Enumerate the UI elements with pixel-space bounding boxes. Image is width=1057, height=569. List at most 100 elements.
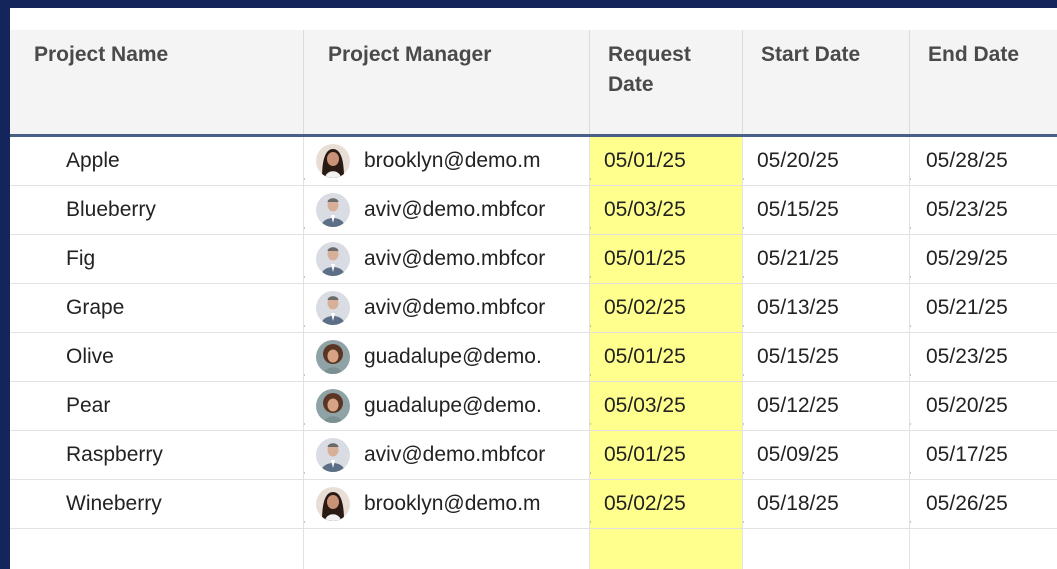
project-manager-cell[interactable] [304, 529, 590, 569]
column-header-label: Project Name [34, 43, 169, 66]
start-date-cell[interactable]: 05/15/25 [743, 186, 910, 234]
column-header-start-date[interactable]: Start Date [743, 30, 910, 134]
table-row: Wineberry brooklyn@demo.m 05/02/25 05/18/25… [10, 480, 1057, 529]
column-header-project-name[interactable]: Project Name [10, 30, 304, 134]
project-name-cell[interactable]: Raspberry [10, 431, 304, 479]
end-date-cell[interactable]: 05/28/25 [910, 137, 1057, 185]
start-date-cell[interactable]: 05/09/25 [743, 431, 910, 479]
start-date: 05/21/25 [757, 247, 839, 270]
column-header-label-line1: Request [608, 43, 691, 66]
grid-header: Project Name Project Manager Request Dat… [10, 30, 1057, 137]
end-date: 05/23/25 [926, 345, 1008, 368]
manager-email: aviv@demo.mbfcor [364, 443, 546, 466]
project-manager-cell[interactable]: aviv@demo.mbfcor [304, 186, 590, 234]
end-date-cell[interactable]: 05/21/25 [910, 284, 1057, 332]
project-name-cell[interactable]: Apple [10, 137, 304, 185]
cell-marker-icon [590, 519, 591, 525]
request-date-cell[interactable]: 05/02/25 [590, 480, 743, 528]
woman-dark-hair-avatar [316, 487, 350, 521]
column-header-label-line2: Date [608, 73, 654, 96]
project-manager-cell[interactable]: brooklyn@demo.m [304, 480, 590, 528]
project-name-cell[interactable]: Grape [10, 284, 304, 332]
sheet-frame: Project Name Project Manager Request Dat… [10, 8, 1057, 569]
project-name-cell[interactable]: Olive [10, 333, 304, 381]
end-date: 05/20/25 [926, 394, 1008, 417]
man-suit-avatar [316, 242, 350, 276]
request-date-cell[interactable]: 05/01/25 [590, 333, 743, 381]
end-date-cell[interactable]: 05/17/25 [910, 431, 1057, 479]
column-header-end-date[interactable]: End Date [910, 30, 1057, 134]
project-manager-cell[interactable]: aviv@demo.mbfcor [304, 431, 590, 479]
start-date: 05/15/25 [757, 198, 839, 221]
table-row: Grape aviv@demo.mbfcor 05/02/25 05/13/25 05/… [10, 284, 1057, 333]
request-date-cell[interactable]: 05/01/25 [590, 431, 743, 479]
column-header-project-manager[interactable]: Project Manager [304, 30, 590, 134]
project-name: Grape [66, 296, 125, 319]
request-date-cell[interactable]: 05/01/25 [590, 235, 743, 283]
start-date-cell[interactable] [743, 529, 910, 569]
project-manager-cell[interactable]: aviv@demo.mbfcor [304, 284, 590, 332]
end-date-cell[interactable]: 05/20/25 [910, 382, 1057, 430]
request-date-cell[interactable]: 05/02/25 [590, 284, 743, 332]
cell-marker-icon [910, 519, 911, 525]
request-date: 05/01/25 [604, 149, 686, 172]
request-date-cell[interactable]: 05/03/25 [590, 382, 743, 430]
cell-marker-icon [304, 225, 305, 231]
project-manager-cell[interactable]: guadalupe@demo. [304, 333, 590, 381]
end-date-cell[interactable]: 05/23/25 [910, 186, 1057, 234]
cell-marker-icon [304, 372, 305, 378]
project-name-cell[interactable]: Wineberry [10, 480, 304, 528]
project-name: Pear [66, 394, 111, 417]
table-row: Pear guadalupe@demo. 05/03/25 05/12/25 05/20… [10, 382, 1057, 431]
data-grid: Project Name Project Manager Request Dat… [10, 30, 1057, 569]
project-manager-cell[interactable]: brooklyn@demo.m [304, 137, 590, 185]
project-manager-cell[interactable]: guadalupe@demo. [304, 382, 590, 430]
project-manager-cell[interactable]: aviv@demo.mbfcor [304, 235, 590, 283]
end-date: 05/29/25 [926, 247, 1008, 270]
request-date-cell[interactable] [590, 529, 743, 569]
cell-marker-icon [910, 372, 911, 378]
start-date-cell[interactable]: 05/12/25 [743, 382, 910, 430]
cell-marker-icon [743, 372, 744, 378]
manager-email: aviv@demo.mbfcor [364, 296, 546, 319]
woman-dark-hair-avatar [316, 144, 350, 178]
column-header-request-date[interactable]: Request Date [590, 30, 743, 134]
request-date: 05/02/25 [604, 296, 686, 319]
project-name-cell[interactable]: Blueberry [10, 186, 304, 234]
start-date: 05/09/25 [757, 443, 839, 466]
cell-marker-icon [743, 274, 744, 280]
start-date-cell[interactable]: 05/15/25 [743, 333, 910, 381]
cell-marker-icon [590, 372, 591, 378]
table-row: Fig aviv@demo.mbfcor 05/01/25 05/21/25 05/29… [10, 235, 1057, 284]
project-name-cell[interactable]: Pear [10, 382, 304, 430]
start-date: 05/18/25 [757, 492, 839, 515]
cell-marker-icon [910, 470, 911, 476]
project-name: Apple [66, 149, 120, 172]
request-date: 05/01/25 [604, 443, 686, 466]
cell-marker-icon [304, 421, 305, 427]
manager-email: aviv@demo.mbfcor [364, 198, 546, 221]
column-header-label: Project Manager [328, 43, 492, 66]
cell-marker-icon [743, 519, 744, 525]
request-date: 05/03/25 [604, 394, 686, 417]
toolbar-strip [10, 8, 1057, 30]
cell-marker-icon [304, 323, 305, 329]
project-name: Wineberry [66, 492, 162, 515]
cell-marker-icon [590, 421, 591, 427]
start-date-cell[interactable]: 05/21/25 [743, 235, 910, 283]
start-date: 05/13/25 [757, 296, 839, 319]
cell-marker-icon [910, 225, 911, 231]
start-date-cell[interactable]: 05/18/25 [743, 480, 910, 528]
end-date-cell[interactable]: 05/26/25 [910, 480, 1057, 528]
request-date-cell[interactable]: 05/01/25 [590, 137, 743, 185]
end-date: 05/21/25 [926, 296, 1008, 319]
start-date-cell[interactable]: 05/13/25 [743, 284, 910, 332]
end-date-cell[interactable]: 05/29/25 [910, 235, 1057, 283]
cell-marker-icon [743, 176, 744, 182]
end-date-cell[interactable] [910, 529, 1057, 569]
end-date-cell[interactable]: 05/23/25 [910, 333, 1057, 381]
start-date-cell[interactable]: 05/20/25 [743, 137, 910, 185]
project-name-cell[interactable] [10, 529, 304, 569]
request-date-cell[interactable]: 05/03/25 [590, 186, 743, 234]
project-name-cell[interactable]: Fig [10, 235, 304, 283]
